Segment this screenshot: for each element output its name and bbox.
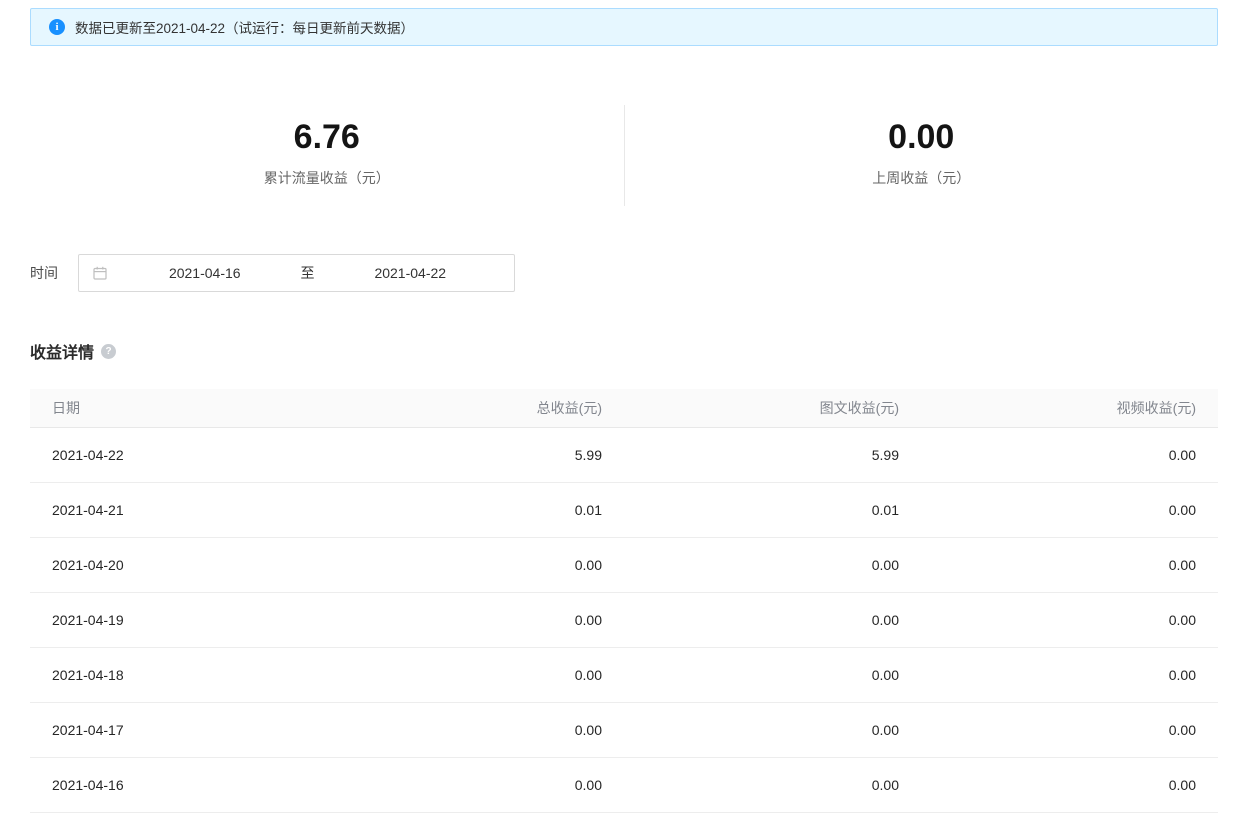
revenue-table: 日期 总收益(元) 图文收益(元) 视频收益(元) 2021-04-22 5.9… [30,389,1218,813]
end-date-input[interactable]: 2021-04-22 [321,265,501,281]
date-range-picker[interactable]: 2021-04-16 至 2021-04-22 [78,254,515,292]
cell-total: 0.00 [339,647,624,702]
table-row: 2021-04-22 5.99 5.99 0.00 [30,427,1218,482]
cell-date: 2021-04-22 [30,427,339,482]
table-row: 2021-04-18 0.00 0.00 0.00 [30,647,1218,702]
banner-text: 数据已更新至2021-04-22（试运行：每日更新前天数据） [75,17,414,37]
cell-total: 0.01 [339,482,624,537]
info-circle-icon: i [49,19,65,35]
table-row: 2021-04-17 0.00 0.00 0.00 [30,702,1218,757]
header-total-revenue: 总收益(元) [339,389,624,427]
update-banner: i 数据已更新至2021-04-22（试运行：每日更新前天数据） [30,8,1218,46]
cell-video: 0.00 [921,537,1218,592]
cell-total: 0.00 [339,702,624,757]
stat-cumulative-revenue: 6.76 累计流量收益（元） [30,105,624,206]
date-filter-label: 时间 [30,263,58,283]
cell-video: 0.00 [921,482,1218,537]
cell-article: 5.99 [624,427,921,482]
cell-date: 2021-04-19 [30,592,339,647]
stat-value: 0.00 [625,119,1219,156]
start-date-input[interactable]: 2021-04-16 [115,265,295,281]
table-row: 2021-04-19 0.00 0.00 0.00 [30,592,1218,647]
cell-date: 2021-04-16 [30,757,339,812]
cell-date: 2021-04-17 [30,702,339,757]
header-article-revenue: 图文收益(元) [624,389,921,427]
cell-video: 0.00 [921,592,1218,647]
cell-date: 2021-04-21 [30,482,339,537]
cell-video: 0.00 [921,427,1218,482]
range-separator: 至 [295,263,321,283]
section-head: 收益详情 ? [30,339,1218,363]
cell-total: 0.00 [339,592,624,647]
cell-article: 0.01 [624,482,921,537]
stats-summary: 6.76 累计流量收益（元） 0.00 上周收益（元） [30,105,1218,206]
stat-last-week-revenue: 0.00 上周收益（元） [625,105,1219,206]
table-header-row: 日期 总收益(元) 图文收益(元) 视频收益(元) [30,389,1218,427]
table-row: 2021-04-20 0.00 0.00 0.00 [30,537,1218,592]
calendar-icon [93,266,107,280]
cell-article: 0.00 [624,537,921,592]
cell-article: 0.00 [624,647,921,702]
cell-date: 2021-04-18 [30,647,339,702]
cell-video: 0.00 [921,702,1218,757]
cell-article: 0.00 [624,592,921,647]
table-row: 2021-04-21 0.01 0.01 0.00 [30,482,1218,537]
cell-total: 5.99 [339,427,624,482]
date-filter-row: 时间 2021-04-16 至 2021-04-22 [30,254,1218,292]
cell-video: 0.00 [921,647,1218,702]
stat-label: 上周收益（元） [625,168,1219,188]
table-row: 2021-04-16 0.00 0.00 0.00 [30,757,1218,812]
cell-date: 2021-04-20 [30,537,339,592]
cell-video: 0.00 [921,757,1218,812]
cell-article: 0.00 [624,702,921,757]
stat-value: 6.76 [30,119,624,156]
section-title: 收益详情 [30,339,94,363]
cell-article: 0.00 [624,757,921,812]
cell-total: 0.00 [339,757,624,812]
stat-label: 累计流量收益（元） [30,168,624,188]
header-date: 日期 [30,389,339,427]
question-circle-icon[interactable]: ? [101,344,116,359]
cell-total: 0.00 [339,537,624,592]
revenue-page: i 数据已更新至2021-04-22（试运行：每日更新前天数据） 6.76 累计… [0,0,1248,813]
header-video-revenue: 视频收益(元) [921,389,1218,427]
